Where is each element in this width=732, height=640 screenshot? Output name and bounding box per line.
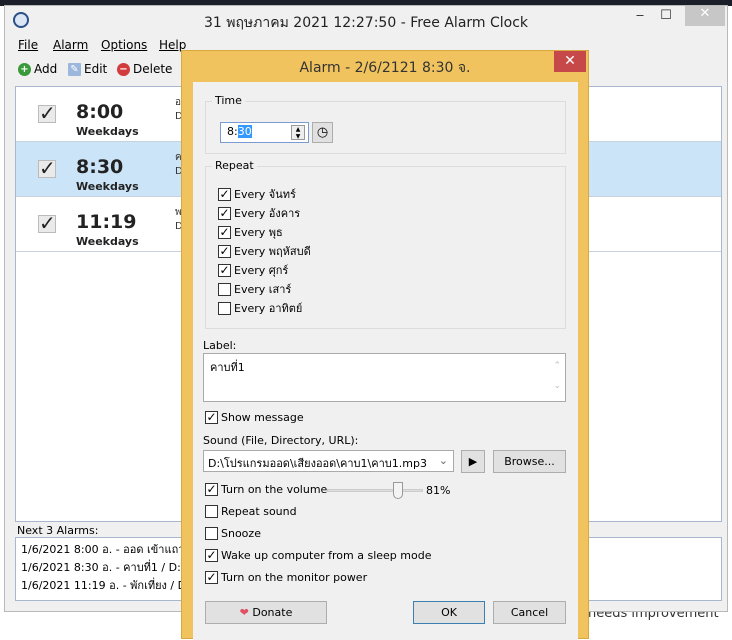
donate-button[interactable]: ❤ Donate xyxy=(205,601,327,624)
volume-checkbox[interactable]: ✓ Turn on the volume xyxy=(205,483,327,496)
alarm-time: 8:00 xyxy=(76,101,124,123)
ok-button[interactable]: OK xyxy=(413,601,485,624)
title-bar: 31 พฤษภาคม 2021 12:27:50 - Free Alarm Cl… xyxy=(5,6,727,36)
add-button[interactable]: + Add xyxy=(18,62,57,76)
monitor-power-checkbox[interactable]: ✓ Turn on the monitor power xyxy=(205,571,367,584)
volume-slider[interactable] xyxy=(327,482,423,499)
label-caption: Label: xyxy=(203,339,237,352)
repeat-group-label: Repeat xyxy=(212,159,257,172)
time-spinner[interactable]: ▲ ▼ xyxy=(291,125,305,140)
plus-icon: + xyxy=(18,62,31,76)
textarea-scrollbar[interactable]: ⌃ ⌄ xyxy=(553,356,561,396)
dialog-title: Alarm - 2/6/2121 8:30 จ. xyxy=(299,60,471,76)
sound-combobox[interactable]: D:\โปรแกรมออด\เสียงออด\คาบ1\คาบ1.mp3 ⌄ xyxy=(203,450,454,472)
repeat-day-checkbox[interactable]: ✓ Every อังคาร xyxy=(218,204,300,222)
menu-alarm[interactable]: Alarm xyxy=(53,38,88,52)
dialog-body: Time 8:30 ▲ ▼ ◷ Repeat ✓ Every จันทร์ ✓ Ever… xyxy=(193,82,578,640)
alarm-repeat: Weekdays xyxy=(76,125,139,138)
repeat-day-checkbox[interactable]: Every เสาร์ xyxy=(218,280,291,298)
maximize-button[interactable]: ☐ xyxy=(653,8,679,26)
alarm-dialog: Alarm - 2/6/2121 8:30 จ. ✕ Time 8:30 ▲ ▼ … xyxy=(181,50,589,640)
alarm-enabled-checkbox[interactable]: ✓ xyxy=(38,103,56,123)
alarm-time: 8:30 xyxy=(76,156,124,178)
clock-icon: ◷ xyxy=(316,125,329,140)
alarm-enabled-checkbox[interactable]: ✓ xyxy=(38,158,56,178)
time-group-label: Time xyxy=(212,94,245,107)
repeat-day-checkbox[interactable]: ✓ Every พุธ xyxy=(218,223,283,241)
clock-icon-button[interactable]: ◷ xyxy=(312,122,333,143)
repeat-day-checkbox[interactable]: Every อาทิตย์ xyxy=(218,299,302,317)
volume-value: 81% xyxy=(426,484,451,497)
wake-computer-checkbox[interactable]: ✓ Wake up computer from a sleep mode xyxy=(205,549,431,562)
repeat-day-checkbox[interactable]: ✓ Every พฤหัสบดี xyxy=(218,242,311,260)
alarm-repeat: Weekdays xyxy=(76,235,139,248)
edit-button[interactable]: ✎ Edit xyxy=(68,62,107,76)
edit-icon: ✎ xyxy=(68,62,81,76)
repeat-sound-checkbox[interactable]: Repeat sound xyxy=(205,505,297,518)
sound-caption: Sound (File, Directory, URL): xyxy=(203,434,359,447)
repeat-group: Repeat ✓ Every จันทร์ ✓ Every อังคาร ✓ Every … xyxy=(205,159,566,329)
heart-icon: ❤ xyxy=(239,606,249,619)
browse-button[interactable]: Browse... xyxy=(493,450,566,473)
repeat-day-checkbox[interactable]: ✓ Every ศุกร์ xyxy=(218,261,288,279)
chevron-down-icon: ⌄ xyxy=(438,454,448,467)
menu-options[interactable]: Options xyxy=(101,38,147,52)
volume-slider-thumb[interactable] xyxy=(392,482,403,499)
alarm-time: 11:19 xyxy=(76,211,137,233)
window-title: 31 พฤษภาคม 2021 12:27:50 - Free Alarm Cl… xyxy=(203,15,529,31)
time-group: Time 8:30 ▲ ▼ ◷ xyxy=(205,94,566,154)
minus-icon: − xyxy=(117,62,130,76)
cancel-button[interactable]: Cancel xyxy=(493,601,566,624)
close-button[interactable]: ✕ xyxy=(685,6,725,26)
time-input[interactable]: 8:30 ▲ ▼ xyxy=(220,122,309,143)
menu-file[interactable]: File xyxy=(18,38,38,52)
play-button[interactable]: ▶ xyxy=(461,450,485,473)
snooze-checkbox[interactable]: Snooze xyxy=(205,527,261,540)
show-message-checkbox[interactable]: ✓ Show message xyxy=(205,411,304,424)
repeat-day-checkbox[interactable]: ✓ Every จันทร์ xyxy=(218,185,296,203)
dialog-close-button[interactable]: ✕ xyxy=(554,51,586,72)
alarm-enabled-checkbox[interactable]: ✓ xyxy=(38,213,56,233)
minimize-button[interactable]: ‒ xyxy=(627,8,653,26)
play-icon: ▶ xyxy=(468,455,478,468)
next-alarms-label: Next 3 Alarms: xyxy=(17,524,99,537)
alarm-repeat: Weekdays xyxy=(76,180,139,193)
delete-button[interactable]: − Delete xyxy=(117,62,172,76)
label-textarea[interactable]: คาบที่1 ⌃ ⌄ xyxy=(203,353,566,402)
